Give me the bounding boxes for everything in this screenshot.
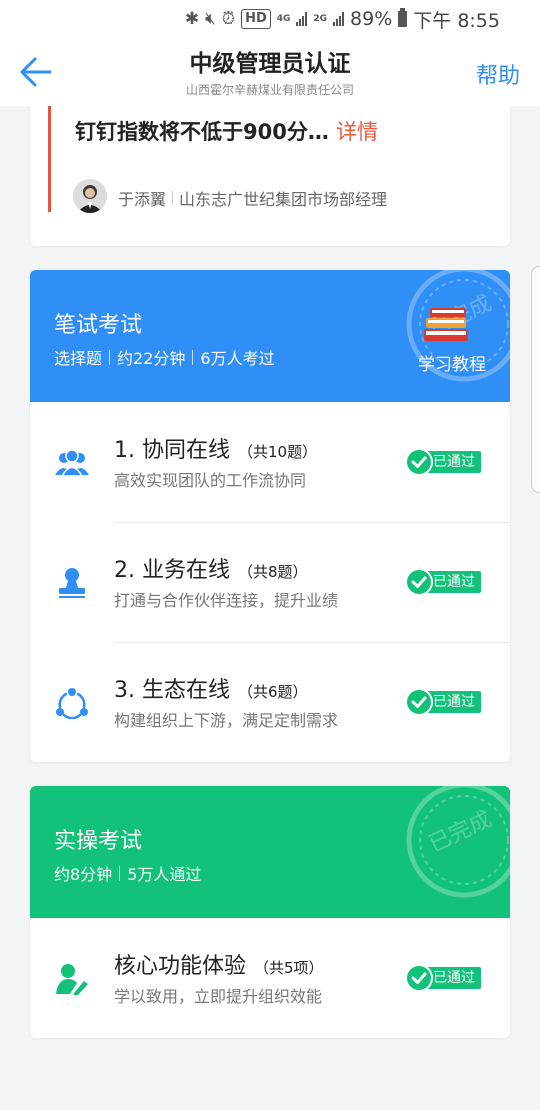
team-icon <box>55 449 89 477</box>
scrollbar-thumb[interactable] <box>531 266 540 493</box>
exam-takers: 6万人考过 <box>200 349 275 368</box>
quote-body: 业重要通知在全员群发布，每周一次群直播，钉钉指数将不低于900分… <box>75 120 329 144</box>
passed-badge: 已通过 <box>407 570 481 594</box>
exam-item-title: 1. 协同在线 （共10题） <box>114 432 317 464</box>
avatar <box>73 179 107 213</box>
status-label: 已通过 <box>425 967 481 989</box>
exam-item-business[interactable]: 2. 业务在线 （共8题） 打通与合作伙伴连接，提升业绩 已通过 <box>30 522 510 642</box>
bluetooth-icon: ✱ <box>184 9 200 29</box>
content-area[interactable]: 业重要通知在全员群发布，每周一次群直播，钉钉指数将不低于900分… 详情 于添翼… <box>0 106 540 1110</box>
clock: 下午 8:55 <box>413 9 500 32</box>
completed-stamp-icon: 已完成 <box>406 786 510 898</box>
stamp-text: 已完成 <box>425 807 495 858</box>
quote-accent-bar <box>48 106 51 212</box>
divider <box>114 642 510 643</box>
network-label-2: 2G <box>313 13 328 24</box>
help-button[interactable]: 帮助 <box>476 58 520 90</box>
exam-item-core-features[interactable]: 核心功能体验 （共5项） 学以致用，立即提升组织效能 已通过 <box>30 918 510 1038</box>
exam-duration: 约8分钟 <box>54 865 113 884</box>
item-name: 3. 生态在线 <box>114 678 230 703</box>
exam-type: 选择题 <box>54 349 103 368</box>
item-count: （共5项） <box>254 959 324 977</box>
status-label: 已通过 <box>425 571 481 593</box>
check-icon <box>407 570 431 594</box>
written-exam-title: 笔试考试 <box>54 313 143 338</box>
exam-item-title: 核心功能体验 （共5项） <box>114 948 324 980</box>
quote-text: 业重要通知在全员群发布，每周一次群直播，钉钉指数将不低于900分… 详情 <box>75 106 495 152</box>
user-edit-icon <box>56 964 88 995</box>
written-exam-header[interactable]: 已完成 笔试考试 选择题 约22分钟 6万人考过 学习教程 <box>30 270 510 402</box>
item-count: （共8题） <box>237 563 308 581</box>
author-name: 于添翼 <box>118 190 167 209</box>
status-label: 已通过 <box>425 451 481 473</box>
divider <box>109 349 111 365</box>
ecosystem-icon <box>56 688 88 719</box>
check-icon <box>407 690 431 714</box>
status-label: 已通过 <box>425 691 481 713</box>
mute-icon: 🔇︎ <box>205 9 216 29</box>
author-title: 山东志广世纪集团市场部经理 <box>179 190 388 209</box>
practical-exam-meta: 约8分钟 5万人通过 <box>54 861 201 885</box>
exam-item-title: 3. 生态在线 （共6题） <box>114 672 308 704</box>
signal-icon-2 <box>333 12 345 26</box>
status-icons: ✱ 🔇︎ ⏰︎ HD 4G 2G 89% 下午 8:55 <box>185 6 500 32</box>
status-bar: ✱ 🔇︎ ⏰︎ HD 4G 2G 89% 下午 8:55 <box>0 0 540 38</box>
exam-duration: 约22分钟 <box>117 349 186 368</box>
practical-exam-card: 已完成 实操考试 约8分钟 5万人通过 核心功能体验 （共5项） 学以致用，立即提… <box>30 786 510 1038</box>
divider <box>119 865 121 881</box>
passed-badge: 已通过 <box>407 450 481 474</box>
quote-card: 业重要通知在全员群发布，每周一次群直播，钉钉指数将不低于900分… 详情 于添翼… <box>30 106 510 246</box>
page-subtitle: 山西霍尔辛赫煤业有限责任公司 <box>185 83 354 97</box>
item-description: 高效实现团队的工作流协同 <box>114 471 307 490</box>
item-description: 打通与合作伙伴连接，提升业绩 <box>114 591 339 610</box>
item-name: 1. 协同在线 <box>114 438 230 463</box>
network-label: 4G <box>276 13 291 24</box>
divider <box>172 191 174 205</box>
stamp-icon <box>59 568 85 598</box>
item-count: （共10题） <box>237 443 318 461</box>
divider <box>114 522 510 523</box>
app-header: 中级管理员认证 山西霍尔辛赫煤业有限责任公司 帮助 <box>0 38 540 106</box>
quote-author: 于添翼 山东志广世纪集团市场部经理 <box>118 186 387 210</box>
battery-icon <box>398 8 408 27</box>
page-title: 中级管理员认证 <box>189 51 351 77</box>
item-count: （共6题） <box>237 683 308 701</box>
books-icon[interactable] <box>422 302 472 346</box>
written-exam-card: 已完成 笔试考试 选择题 约22分钟 6万人考过 学习教程 <box>30 270 510 762</box>
exam-item-collaboration[interactable]: 1. 协同在线 （共10题） 高效实现团队的工作流协同 已通过 <box>30 402 510 522</box>
exam-passers: 5万人通过 <box>127 865 202 884</box>
battery-percent: 89% <box>350 8 393 30</box>
exam-item-title: 2. 业务在线 （共8题） <box>114 552 308 584</box>
divider <box>192 349 194 365</box>
detail-link[interactable]: 详情 <box>336 120 378 144</box>
check-icon <box>407 450 431 474</box>
item-description: 学以致用，立即提升组织效能 <box>114 987 323 1006</box>
item-name: 核心功能体验 <box>114 954 247 979</box>
item-description: 构建组织上下游，满足定制需求 <box>114 711 339 730</box>
passed-badge: 已通过 <box>407 966 481 990</box>
signal-icon <box>296 12 308 26</box>
passed-badge: 已通过 <box>407 690 481 714</box>
tutorial-link[interactable]: 学习教程 <box>418 350 486 375</box>
check-icon <box>407 966 431 990</box>
alarm-icon: ⏰︎ <box>221 9 236 29</box>
hd-badge: HD <box>241 9 271 29</box>
exam-item-ecosystem[interactable]: 3. 生态在线 （共6题） 构建组织上下游，满足定制需求 已通过 <box>30 642 510 762</box>
item-name: 2. 业务在线 <box>114 558 230 583</box>
practical-exam-title: 实操考试 <box>54 829 143 854</box>
written-exam-meta: 选择题 约22分钟 6万人考过 <box>54 345 275 369</box>
practical-exam-header[interactable]: 已完成 实操考试 约8分钟 5万人通过 <box>30 786 510 918</box>
